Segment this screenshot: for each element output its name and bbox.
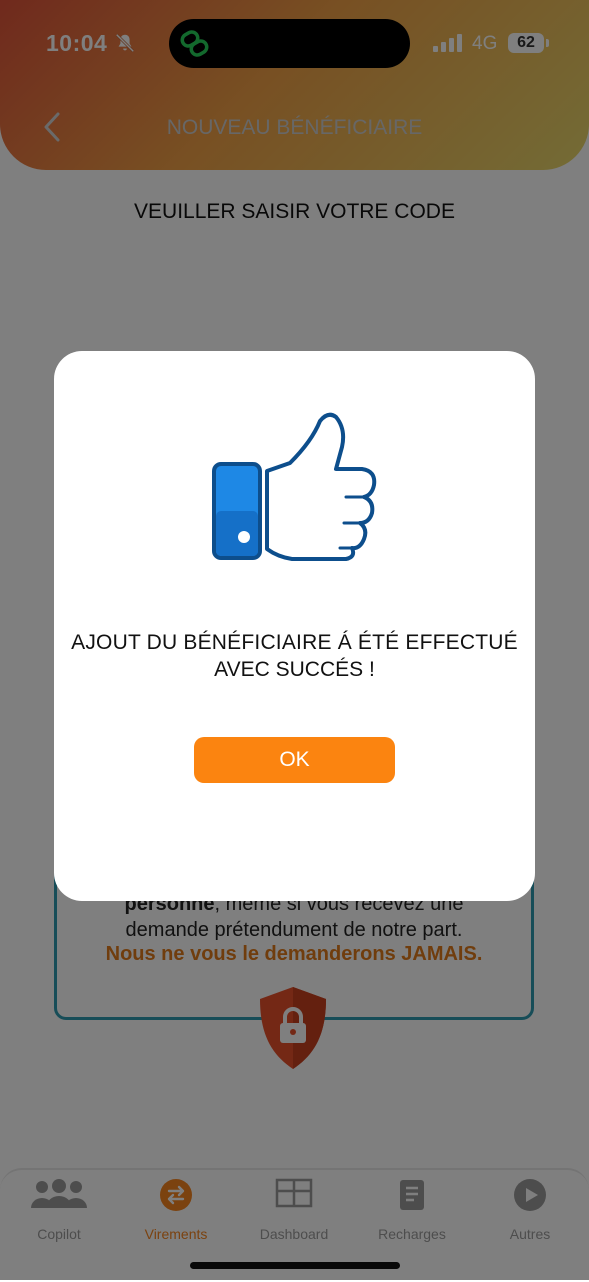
success-message-line-2: AVEC SUCCÉS ! xyxy=(214,658,375,681)
success-message-line-1: AJOUT DU BÉNÉFICIAIRE Á ÉTÉ EFFECTUÉ xyxy=(71,631,518,654)
success-dialog: AJOUT DU BÉNÉFICIAIRE Á ÉTÉ EFFECTUÉ AVE… xyxy=(54,351,535,901)
ok-button[interactable]: OK xyxy=(194,737,395,783)
thumbs-up-icon xyxy=(212,412,377,561)
